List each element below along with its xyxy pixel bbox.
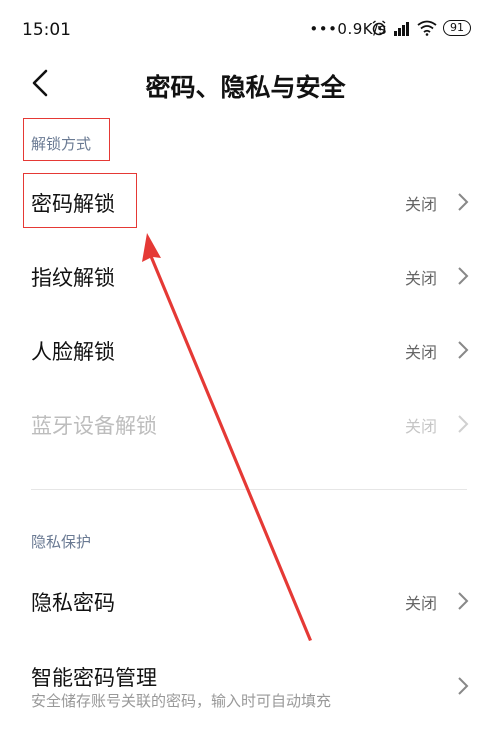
chevron-right-icon bbox=[458, 677, 469, 695]
chevron-right-icon bbox=[458, 341, 469, 359]
status-bar: 15:01 •••0.9K/s 91 bbox=[0, 0, 491, 60]
row-bluetooth-unlock[interactable]: 蓝牙设备解锁 关闭 bbox=[0, 390, 491, 460]
row-fingerprint-unlock[interactable]: 指纹解锁 关闭 bbox=[0, 242, 491, 312]
chevron-right-icon bbox=[458, 267, 469, 285]
signal-icon bbox=[394, 22, 409, 36]
annotation-highlight-box bbox=[23, 173, 137, 228]
section-divider bbox=[31, 489, 467, 490]
page-title: 密码、隐私与安全 bbox=[145, 73, 346, 102]
row-label: 指纹解锁 bbox=[31, 266, 115, 290]
row-status: 关闭 bbox=[404, 195, 437, 214]
row-subtitle: 安全储存账号关联的密码，输入时可自动填充 bbox=[31, 692, 332, 710]
row-privacy-password[interactable]: 隐私密码 关闭 bbox=[0, 567, 491, 637]
row-label: 智能密码管理 bbox=[31, 666, 157, 690]
alarm-icon bbox=[372, 20, 386, 36]
row-face-unlock[interactable]: 人脸解锁 关闭 bbox=[0, 316, 491, 386]
annotation-highlight-box bbox=[23, 118, 110, 161]
chevron-right-icon bbox=[458, 415, 469, 433]
chevron-right-icon bbox=[458, 193, 469, 211]
row-status: 关闭 bbox=[404, 594, 437, 613]
chevron-right-icon bbox=[458, 592, 469, 610]
battery-indicator: 91 bbox=[443, 20, 471, 36]
row-status: 关闭 bbox=[404, 269, 437, 288]
row-status: 关闭 bbox=[404, 417, 437, 436]
status-icons: 91 bbox=[371, 20, 471, 36]
section-label-privacy: 隐私保护 bbox=[31, 533, 92, 551]
row-label: 隐私密码 bbox=[31, 591, 115, 615]
status-time: 15:01 bbox=[22, 20, 71, 40]
wifi-icon bbox=[417, 20, 437, 36]
row-label: 人脸解锁 bbox=[31, 340, 115, 364]
row-label: 蓝牙设备解锁 bbox=[31, 414, 157, 438]
row-status: 关闭 bbox=[404, 343, 437, 362]
header: 密码、隐私与安全 bbox=[0, 60, 491, 106]
